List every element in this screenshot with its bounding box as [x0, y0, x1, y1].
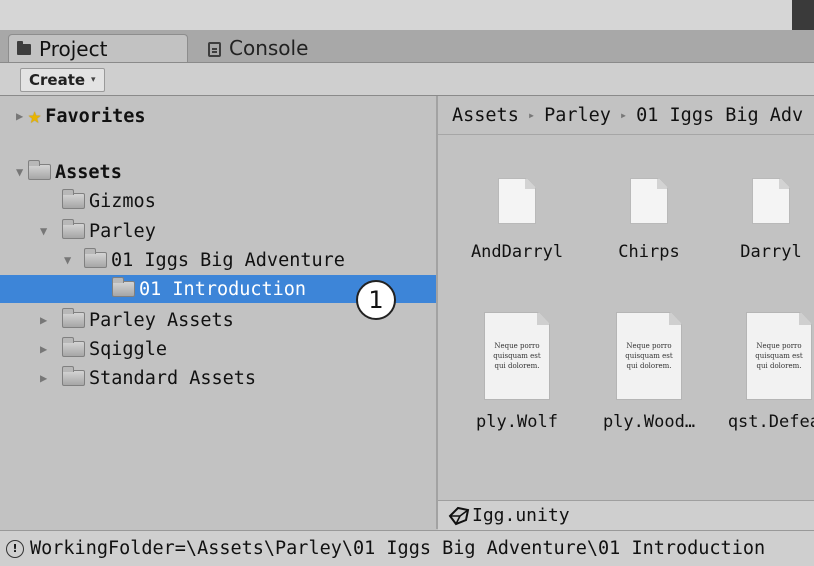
asset-name: qst.Defeat: [727, 412, 814, 432]
collapsed-triangle-icon[interactable]: ▶: [40, 314, 52, 326]
collapsed-triangle-icon[interactable]: ▶: [40, 372, 52, 384]
tree-item-sqiggle[interactable]: ▶ Sqiggle: [0, 335, 436, 363]
asset-tile[interactable]: Chirps: [586, 178, 712, 262]
tree-label-introduction: 01 Introduction: [139, 278, 307, 300]
tree-label-gizmos: Gizmos: [89, 190, 156, 212]
tree-item-standard-assets[interactable]: ▶ Standard Assets: [0, 364, 436, 392]
folder-icon: [84, 248, 107, 268]
tree-label-iggs: 01 Iggs Big Adventure: [111, 249, 345, 271]
tree-label-parley-assets: Parley Assets: [89, 309, 234, 331]
step-number-badge: 1: [356, 280, 396, 320]
tree-label-assets: Assets: [55, 161, 122, 183]
tree-item-favorites[interactable]: ▶ ★ Favorites: [0, 102, 436, 130]
selected-asset-bar: Igg.unity: [438, 500, 814, 530]
asset-tile[interactable]: Darryl: [708, 178, 814, 262]
asset-name: Darryl: [740, 242, 802, 262]
collapsed-triangle-icon[interactable]: ▶: [40, 343, 52, 355]
breadcrumb-iggs[interactable]: 01 Iggs Big Adv: [636, 105, 803, 126]
folder-icon: [62, 219, 85, 239]
info-icon: !: [6, 539, 24, 558]
asset-tile[interactable]: AndDarryl: [454, 178, 580, 262]
preview-line: quisquam est: [755, 352, 803, 360]
console-icon: [208, 41, 221, 57]
folder-icon: [17, 41, 31, 55]
asset-name: ply.Wood…: [602, 412, 696, 432]
tree-label-sqiggle: Sqiggle: [89, 338, 167, 360]
breadcrumb-assets[interactable]: Assets: [452, 105, 519, 126]
preview-line: Neque porro: [494, 342, 540, 350]
unity-scene-icon: [448, 506, 470, 525]
selected-asset-name: Igg.unity: [472, 505, 570, 526]
asset-tile[interactable]: Neque porro quisquam est qui dolorem. qs…: [716, 312, 814, 432]
folder-icon: [62, 308, 85, 328]
preview-line: qui dolorem.: [756, 362, 802, 370]
star-icon: ★: [28, 103, 42, 129]
collapsed-triangle-icon[interactable]: ▶: [16, 110, 28, 122]
window-top-strip: [0, 0, 814, 30]
dropdown-arrow-icon: ▾: [91, 75, 96, 85]
tab-project[interactable]: Project: [8, 34, 188, 62]
status-text: WorkingFolder=\Assets\Parley\01 Iggs Big…: [30, 538, 766, 559]
tab-console-label: Console: [229, 36, 309, 60]
preview-line: qui dolorem.: [626, 362, 672, 370]
preview-line: Neque porro: [756, 342, 802, 350]
preview-line: Neque porro: [626, 342, 672, 350]
tree-label-favorites: Favorites: [45, 105, 146, 127]
tab-project-label: Project: [39, 36, 108, 61]
project-toolbar: Create ▾: [0, 63, 814, 96]
asset-name: ply.Wolf: [476, 412, 558, 432]
script-file-icon: Neque porro quisquam est qui dolorem.: [746, 312, 812, 400]
asset-name: Chirps: [618, 242, 680, 262]
scroll-corner: [792, 0, 814, 30]
script-file-icon: Neque porro quisquam est qui dolorem.: [616, 312, 682, 400]
tree-item-assets[interactable]: ▼ Assets: [0, 158, 436, 186]
preview-line: quisquam est: [625, 352, 673, 360]
expanded-triangle-icon[interactable]: ▼: [40, 225, 52, 237]
breadcrumb-separator-icon: ▸: [619, 108, 628, 122]
folder-icon: [112, 277, 135, 297]
script-file-icon: Neque porro quisquam est qui dolorem.: [484, 312, 550, 400]
folder-icon: [28, 160, 51, 180]
status-bar: ! WorkingFolder=\Assets\Parley\01 Iggs B…: [0, 530, 814, 566]
tab-bar: Project Console: [0, 30, 814, 63]
preview-line: quisquam est: [493, 352, 541, 360]
tree-item-gizmos[interactable]: Gizmos: [0, 187, 436, 215]
folder-icon: [62, 366, 85, 386]
tree-label-parley: Parley: [89, 220, 156, 242]
tree-label-standard-assets: Standard Assets: [89, 367, 257, 389]
expanded-triangle-icon[interactable]: ▼: [16, 166, 28, 178]
create-button[interactable]: Create ▾: [20, 68, 105, 92]
breadcrumb: Assets ▸ Parley ▸ 01 Iggs Big Adv: [438, 96, 814, 135]
preview-line: qui dolorem.: [494, 362, 540, 370]
asset-browser-panel: Assets ▸ Parley ▸ 01 Iggs Big Adv AndDar…: [438, 96, 814, 529]
folder-icon: [62, 189, 85, 209]
blank-file-icon: [498, 178, 536, 224]
tab-console[interactable]: Console: [208, 34, 308, 62]
blank-file-icon: [630, 178, 668, 224]
breadcrumb-parley[interactable]: Parley: [544, 105, 611, 126]
tree-item-iggs-big-adventure[interactable]: ▼ 01 Iggs Big Adventure: [0, 246, 436, 274]
breadcrumb-separator-icon: ▸: [527, 108, 536, 122]
expanded-triangle-icon[interactable]: ▼: [64, 254, 76, 266]
asset-tile[interactable]: Neque porro quisquam est qui dolorem. pl…: [586, 312, 712, 432]
asset-tile[interactable]: Neque porro quisquam est qui dolorem. pl…: [454, 312, 580, 432]
asset-name: AndDarryl: [470, 242, 564, 262]
folder-icon: [62, 337, 85, 357]
create-label: Create: [29, 71, 86, 89]
tree-item-parley[interactable]: ▼ Parley: [0, 217, 436, 245]
blank-file-icon: [752, 178, 790, 224]
